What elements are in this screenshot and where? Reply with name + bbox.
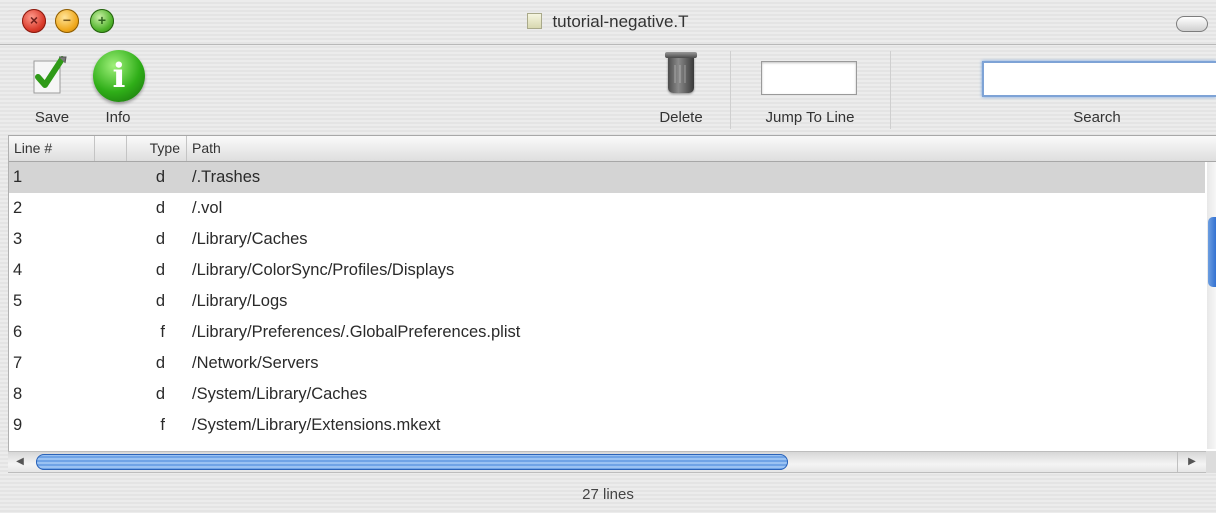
line-number: 9 <box>13 416 23 434</box>
line-number: 3 <box>13 230 23 248</box>
jump-to-line-input[interactable] <box>761 61 857 95</box>
info-label: Info <box>105 109 131 126</box>
horizontal-scroll-thumb[interactable] <box>36 454 788 470</box>
column-header-path[interactable]: Path <box>187 136 1216 161</box>
entry-path: /Network/Servers <box>192 354 319 372</box>
entry-path: /Library/Caches <box>192 230 308 248</box>
table-row[interactable]: 8 d /System/Library/Caches <box>9 379 1205 410</box>
entry-path: /Library/ColorSync/Profiles/Displays <box>192 261 455 279</box>
scrollbar-corner <box>1206 451 1216 473</box>
entry-path: /Library/Logs <box>192 292 288 310</box>
line-number: 2 <box>13 199 23 217</box>
vertical-scroll-thumb[interactable] <box>1208 217 1216 287</box>
document-icon <box>527 13 543 29</box>
entry-path: /.vol <box>192 199 223 217</box>
toolbar-divider <box>890 51 891 129</box>
info-button[interactable]: i Info <box>88 45 148 129</box>
table-body: 1 d /.Trashes 2 d /.vol 3 d /Library/Cac… <box>9 162 1205 441</box>
lines-table: Line # Type Path 1 d /.Trashes 2 d /.vol… <box>8 135 1216 451</box>
vertical-scrollbar[interactable] <box>1207 162 1216 449</box>
entry-path: /System/Library/Caches <box>192 385 368 403</box>
trash-icon <box>665 52 697 93</box>
jump-to-line: Jump To Line <box>740 45 880 129</box>
delete-label: Delete <box>659 109 703 126</box>
line-number: 5 <box>13 292 23 310</box>
column-header-line[interactable]: Line # <box>9 136 95 161</box>
table-header: Line # Type Path <box>9 136 1216 162</box>
table-row[interactable]: 9 f /System/Library/Extensions.mkext <box>9 410 1205 441</box>
entry-type: d <box>155 199 165 217</box>
toolbar-toggle-button[interactable] <box>1176 16 1208 32</box>
table-row[interactable]: 7 d /Network/Servers <box>9 348 1205 379</box>
line-number: 7 <box>13 354 23 372</box>
entry-type: d <box>155 385 165 403</box>
table-row[interactable]: 6 f /Library/Preferences/.GlobalPreferen… <box>9 317 1205 348</box>
toolbar-divider <box>730 51 731 129</box>
title-bar: × − + tutorial-negative.T <box>0 0 1216 45</box>
table-row[interactable]: 2 d /.vol <box>9 193 1205 224</box>
column-header-blank[interactable] <box>95 136 127 161</box>
app-window: × − + tutorial-negative.T Save i Info De… <box>0 0 1216 513</box>
entry-type: f <box>160 416 165 434</box>
save-button[interactable]: Save <box>22 45 82 129</box>
window-title: tutorial-negative.T <box>0 12 1216 32</box>
save-icon <box>33 56 67 94</box>
entry-type: d <box>155 168 165 186</box>
entry-type: d <box>155 354 165 372</box>
save-label: Save <box>34 109 70 126</box>
line-number: 8 <box>13 385 23 403</box>
table-row[interactable]: 4 d /Library/ColorSync/Profiles/Displays <box>9 255 1205 286</box>
window-title-text: tutorial-negative.T <box>552 12 689 31</box>
line-number: 1 <box>13 168 23 186</box>
toolbar: Save i Info Delete Jump To Line Search <box>0 45 1216 135</box>
table-row[interactable]: 1 d /.Trashes <box>9 162 1205 193</box>
entry-type: d <box>155 261 165 279</box>
horizontal-scrollbar[interactable]: ◀ ▶ <box>8 451 1206 473</box>
table-row[interactable]: 5 d /Library/Logs <box>9 286 1205 317</box>
line-number: 6 <box>13 323 23 341</box>
info-icon: i <box>93 50 145 102</box>
delete-button[interactable]: Delete <box>650 45 712 129</box>
entry-path: /Library/Preferences/.GlobalPreferences.… <box>192 323 521 341</box>
column-header-type[interactable]: Type <box>127 136 187 161</box>
line-number: 4 <box>13 261 23 279</box>
status-bar: 27 lines <box>582 486 634 503</box>
scroll-left-arrow-icon[interactable]: ◀ <box>8 452 32 472</box>
entry-path: /System/Library/Extensions.mkext <box>192 416 441 434</box>
jump-to-line-label: Jump To Line <box>765 109 855 126</box>
scroll-right-arrow-icon[interactable]: ▶ <box>1177 452 1206 472</box>
entry-type: d <box>155 230 165 248</box>
search-input[interactable] <box>982 61 1216 97</box>
entry-type: d <box>155 292 165 310</box>
entry-type: f <box>160 323 165 341</box>
entry-path: /.Trashes <box>192 168 261 186</box>
table-row[interactable]: 3 d /Library/Caches <box>9 224 1205 255</box>
search-label: Search <box>1073 109 1121 126</box>
search: Search <box>978 45 1216 129</box>
